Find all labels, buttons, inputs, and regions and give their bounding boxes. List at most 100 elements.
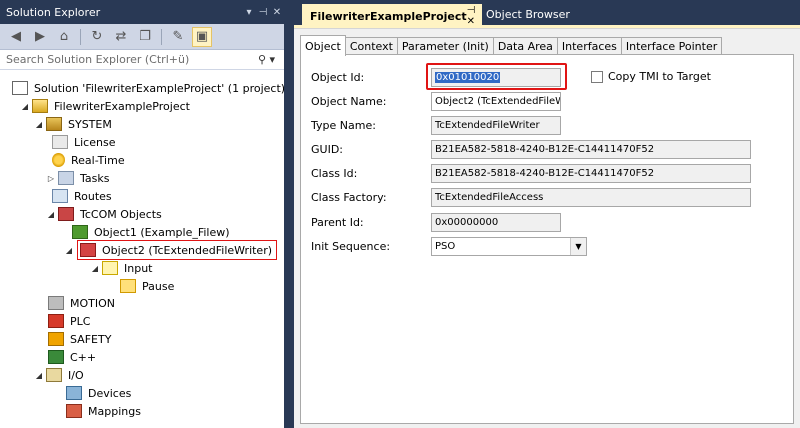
sync-icon[interactable]: ⇄ bbox=[111, 27, 131, 47]
tree-item-label: Routes bbox=[74, 189, 112, 203]
tree-item-project[interactable]: ◢ FilewriterExampleProject bbox=[18, 97, 192, 115]
solution-explorer-title-bar: Solution Explorer ▾ ⊣ ✕ bbox=[0, 0, 284, 24]
search-icon[interactable]: ⚲ ▾ bbox=[258, 53, 284, 66]
tree-item-label: TcCOM Objects bbox=[80, 207, 162, 221]
system-icon bbox=[46, 117, 62, 131]
tree-item-tasks[interactable]: ▷ Tasks bbox=[44, 169, 111, 187]
tab-interface-pointer[interactable]: Interface Pointer bbox=[620, 37, 723, 55]
tree-item-label: Object1 (Example_Filew) bbox=[94, 225, 230, 239]
collapse-arrow-icon[interactable]: ◢ bbox=[62, 246, 76, 255]
tree-item-label: C++ bbox=[70, 350, 97, 364]
tree-item-solution[interactable]: Solution 'FilewriterExampleProject' (1 p… bbox=[12, 79, 287, 97]
back-icon[interactable]: ◀ bbox=[6, 27, 26, 47]
tccom-icon bbox=[58, 207, 74, 221]
expand-arrow-icon[interactable]: ▷ bbox=[44, 174, 58, 183]
solution-tree: Solution 'FilewriterExampleProject' (1 p… bbox=[0, 74, 287, 428]
collapse-all-icon[interactable]: ❐ bbox=[135, 27, 155, 47]
type-name-field: TcExtendedFileWriter bbox=[431, 116, 561, 135]
tree-item-io[interactable]: ◢ I/O bbox=[32, 366, 86, 384]
tree-item-mappings[interactable]: Mappings bbox=[66, 402, 143, 420]
pause-icon bbox=[120, 279, 136, 293]
tree-item-safety[interactable]: SAFETY bbox=[48, 330, 113, 348]
tab-object[interactable]: Object bbox=[300, 35, 346, 56]
collapse-arrow-icon[interactable]: ◢ bbox=[18, 102, 32, 111]
guid-field: B21EA582-5818-4240-B12E-C14411470F52 bbox=[431, 140, 751, 159]
chevron-down-icon[interactable]: ▼ bbox=[570, 238, 586, 255]
safety-icon bbox=[48, 332, 64, 346]
class-factory-field: TcExtendedFileAccess bbox=[431, 188, 751, 207]
tree-item-license[interactable]: License bbox=[52, 133, 117, 151]
tab-object-browser[interactable]: Object Browser bbox=[486, 8, 570, 21]
tree-item-realtime[interactable]: Real-Time bbox=[52, 151, 127, 169]
copy-tmi-label: Copy TMI to Target bbox=[608, 70, 711, 83]
copy-tmi-checkbox[interactable]: Copy TMI to Target bbox=[591, 70, 711, 83]
collapse-arrow-icon[interactable]: ◢ bbox=[32, 120, 46, 129]
object-id-field[interactable]: 0x01010020 bbox=[431, 68, 561, 87]
object-icon bbox=[72, 225, 88, 239]
tree-item-label: PLC bbox=[70, 314, 91, 328]
close-icon[interactable]: ✕ bbox=[270, 7, 284, 18]
tree-item-object1[interactable]: Object1 (Example_Filew) bbox=[72, 223, 232, 241]
tree-item-label: Object2 (TcExtendedFileWriter) bbox=[102, 243, 273, 257]
motion-icon bbox=[48, 296, 64, 310]
tree-item-system[interactable]: ◢ SYSTEM bbox=[32, 115, 114, 133]
solution-explorer-search[interactable]: Search Solution Explorer (Ctrl+ü) ⚲ ▾ bbox=[0, 50, 284, 70]
tree-item-object2[interactable]: ◢ bbox=[62, 241, 76, 259]
tree-item-label: Devices bbox=[88, 386, 132, 400]
tab-label: FilewriterExampleProject bbox=[310, 9, 467, 23]
tree-item-label: SYSTEM bbox=[68, 117, 112, 131]
collapse-arrow-icon[interactable]: ◢ bbox=[44, 210, 58, 219]
plc-icon bbox=[48, 314, 64, 328]
checkbox-icon[interactable] bbox=[591, 70, 603, 83]
search-input[interactable]: Search Solution Explorer (Ctrl+ü) bbox=[6, 53, 258, 66]
solution-icon bbox=[12, 81, 28, 95]
tree-item-label: Tasks bbox=[80, 171, 110, 185]
init-sequence-select[interactable]: PSO ▼ bbox=[431, 237, 587, 256]
history-icon[interactable]: ↻ bbox=[87, 27, 107, 47]
tree-item-pause[interactable]: Pause bbox=[120, 277, 176, 295]
property-tabs: Object Context Parameter (Init) Data Are… bbox=[300, 35, 723, 56]
mappings-icon bbox=[66, 404, 82, 418]
editor-area: FilewriterExampleProject ⊣ ✕ Object Brow… bbox=[294, 0, 800, 428]
init-sequence-label: Init Sequence: bbox=[311, 240, 391, 253]
object-id-value: 0x01010020 bbox=[435, 72, 501, 83]
tree-item-cpp[interactable]: C++ bbox=[48, 348, 98, 366]
devices-icon bbox=[66, 386, 82, 400]
tree-item-plc[interactable]: PLC bbox=[48, 312, 92, 330]
dropdown-icon[interactable]: ▾ bbox=[242, 7, 256, 18]
preview-icon[interactable]: ▣ bbox=[192, 26, 212, 47]
tree-item-motion[interactable]: MOTION bbox=[48, 294, 117, 312]
routes-icon bbox=[52, 189, 68, 203]
document-tabs: FilewriterExampleProject ⊣ ✕ Object Brow… bbox=[294, 0, 800, 28]
properties-icon[interactable]: ✎ bbox=[168, 27, 188, 47]
tab-parameter-init[interactable]: Parameter (Init) bbox=[396, 37, 494, 55]
tree-item-label: I/O bbox=[68, 368, 84, 382]
tree-item-routes[interactable]: Routes bbox=[52, 187, 114, 205]
object-tab-panel: Object Id: 0x01010020 Copy TMI to Target… bbox=[300, 54, 794, 424]
home-icon[interactable]: ⌂ bbox=[54, 27, 74, 47]
tree-item-label: Input bbox=[124, 261, 153, 275]
object-id-label: Object Id: bbox=[311, 71, 365, 84]
tree-item-tccom-objects[interactable]: ◢ TcCOM Objects bbox=[44, 205, 164, 223]
class-factory-label: Class Factory: bbox=[311, 191, 387, 204]
tree-item-label: MOTION bbox=[70, 296, 115, 310]
tab-pin-close-icon[interactable]: ⊣ ✕ bbox=[467, 5, 478, 27]
tree-item-label: Solution 'FilewriterExampleProject' (1 p… bbox=[34, 81, 286, 95]
pin-icon[interactable]: ⊣ bbox=[256, 7, 270, 18]
cpp-icon bbox=[48, 350, 64, 364]
guid-label: GUID: bbox=[311, 143, 343, 156]
collapse-arrow-icon[interactable]: ◢ bbox=[88, 264, 102, 273]
solution-explorer-toolbar: ◀ ▶ ⌂ ↻ ⇄ ❐ ✎ ▣ bbox=[0, 24, 284, 50]
tab-interfaces[interactable]: Interfaces bbox=[556, 37, 622, 55]
tab-data-area[interactable]: Data Area bbox=[492, 37, 558, 55]
splitter[interactable] bbox=[284, 0, 294, 428]
tree-item-input[interactable]: ◢ Input bbox=[88, 259, 154, 277]
tree-item-label: SAFETY bbox=[70, 332, 112, 346]
object-name-field[interactable]: Object2 (TcExtendedFileW bbox=[431, 92, 561, 111]
forward-icon[interactable]: ▶ bbox=[30, 27, 50, 47]
collapse-arrow-icon[interactable]: ◢ bbox=[32, 371, 46, 380]
tree-item-devices[interactable]: Devices bbox=[66, 384, 133, 402]
tab-context[interactable]: Context bbox=[344, 37, 398, 55]
tree-item-object2-selected[interactable]: Object2 (TcExtendedFileWriter) bbox=[76, 240, 278, 260]
realtime-icon bbox=[52, 153, 65, 167]
